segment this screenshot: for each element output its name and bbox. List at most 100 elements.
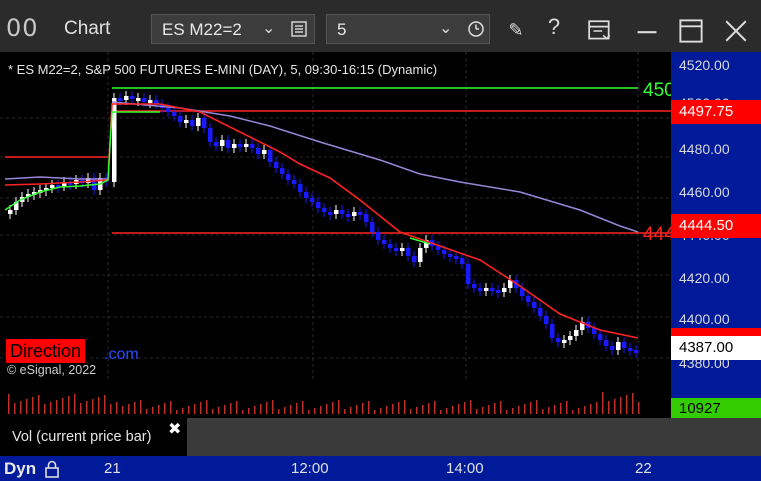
volume-bar	[158, 405, 160, 414]
time-axis[interactable]: Dyn 21 12:00 14:00 22	[0, 456, 761, 481]
help-icon[interactable]: ?	[541, 14, 567, 42]
volume-bar	[464, 402, 466, 414]
volume-bar	[236, 401, 238, 414]
volume-bar	[212, 409, 214, 414]
volume-bar	[542, 409, 544, 414]
volume-bar	[356, 405, 358, 414]
candle-body	[304, 192, 309, 198]
candle-body	[280, 168, 285, 174]
price-tick: 4400.00	[679, 311, 730, 327]
candle-body	[208, 128, 213, 142]
volume-plot	[8, 392, 640, 414]
volume-pane[interactable]	[0, 382, 671, 420]
volume-bar	[512, 408, 514, 414]
candle-body	[490, 288, 495, 291]
volume-bar	[62, 398, 64, 414]
volume-axis: 10927	[671, 382, 761, 420]
volume-bar	[218, 407, 220, 414]
volume-bar	[176, 410, 178, 414]
candle-body	[412, 256, 417, 262]
price-axis[interactable]: 4520.00 4500.00 4480.00 4460.00 4440.00 …	[671, 52, 761, 392]
volume-bar	[560, 403, 562, 414]
volume-bar	[104, 395, 106, 414]
candle-body	[370, 222, 375, 232]
volume-bar	[248, 408, 250, 414]
title-bar: 00 Chart ES M22=2 ⌄ 5 ⌄ ✎ ?	[0, 0, 761, 52]
candle-body	[274, 162, 279, 168]
symbol-list-icon[interactable]	[290, 19, 308, 39]
candle-body	[292, 180, 297, 184]
candle-body	[142, 98, 147, 102]
volume-bar	[56, 400, 58, 414]
copyright-text: © eSignal, 2022	[7, 363, 97, 377]
candle-body	[574, 330, 579, 336]
volume-bar	[110, 404, 112, 414]
chevron-down-icon[interactable]: ⌄	[262, 18, 275, 38]
study-name: Vol (current price bar)	[12, 429, 152, 445]
candle-body	[220, 140, 225, 146]
candle-body	[172, 112, 177, 116]
volume-bar	[152, 407, 154, 414]
volume-bar	[380, 408, 382, 414]
volume-bar	[416, 407, 418, 414]
volume-bar	[290, 405, 292, 414]
volume-bar	[554, 405, 556, 414]
candle-body	[460, 258, 465, 264]
lock-icon[interactable]	[43, 459, 61, 479]
volume-bar	[182, 408, 184, 414]
candle-body	[334, 210, 339, 214]
volume-bar	[224, 405, 226, 414]
price-plot[interactable]: 450 444	[0, 52, 671, 382]
close-icon[interactable]: ✖	[168, 419, 181, 439]
candle-body	[124, 96, 129, 100]
volume-bar	[200, 402, 202, 414]
candle-body	[622, 342, 627, 348]
symbol-selector[interactable]: ES M22=2 ⌄	[151, 14, 315, 44]
volume-bar	[44, 404, 46, 414]
volume-bar	[488, 405, 490, 414]
chart-header: * ES M22=2, S&P 500 FUTURES E-MINI (DAY)…	[8, 62, 438, 77]
volume-bar	[530, 402, 532, 414]
study-label[interactable]: Vol (current price bar)	[0, 418, 187, 456]
candle-body	[238, 144, 243, 147]
volume-bar	[440, 410, 442, 414]
candle-body	[118, 98, 123, 101]
pen-tool-icon[interactable]: ✎	[503, 20, 529, 48]
candle-body	[616, 342, 621, 350]
candle-body	[50, 185, 55, 188]
interval-value: 5	[337, 20, 347, 39]
candle-body	[496, 290, 501, 293]
candle-body	[202, 118, 207, 128]
volume-bar	[434, 401, 436, 414]
volume-bar	[296, 403, 298, 414]
volume-bar	[350, 407, 352, 414]
minimize-icon[interactable]	[634, 17, 660, 45]
price-tick: 4480.00	[679, 141, 730, 157]
candle-body	[358, 212, 363, 215]
chevron-down-icon[interactable]: ⌄	[439, 18, 452, 38]
volume-bar	[86, 401, 88, 414]
dynamic-mode-label[interactable]: Dyn	[4, 459, 36, 479]
volume-bar	[92, 399, 94, 414]
volume-bar	[188, 406, 190, 414]
fast-ma-line	[4, 103, 639, 339]
layout-icon[interactable]	[587, 17, 613, 45]
volume-bar	[470, 400, 472, 414]
volume-bar	[146, 409, 148, 414]
candle-body	[388, 244, 393, 248]
maximize-icon[interactable]	[678, 17, 704, 45]
ma-price-marker	[671, 328, 761, 336]
volume-bar	[134, 402, 136, 414]
interval-selector[interactable]: 5 ⌄	[326, 14, 490, 44]
candle-body	[604, 340, 609, 346]
volume-bar	[548, 407, 550, 414]
volume-bar	[8, 394, 10, 414]
clock-icon[interactable]	[467, 20, 485, 38]
candle-body	[340, 210, 345, 214]
candle-body	[244, 144, 249, 147]
volume-bar	[308, 410, 310, 414]
close-icon[interactable]	[723, 17, 749, 45]
volume-bar	[602, 392, 604, 414]
volume-bar	[116, 402, 118, 414]
volume-bar	[242, 410, 244, 414]
